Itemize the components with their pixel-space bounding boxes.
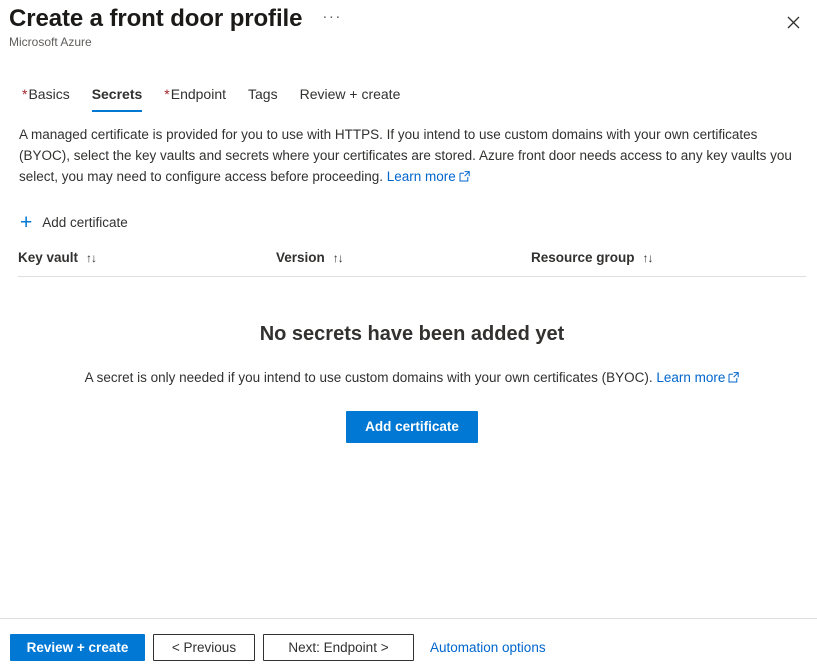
tab-secrets[interactable]: Secrets (84, 84, 151, 112)
page-subtitle: Microsoft Azure (9, 35, 92, 49)
tab-basics[interactable]: *Basics (14, 84, 78, 112)
empty-state-title: No secrets have been added yet (259, 323, 565, 345)
empty-state: No secrets have been added yet A secret … (18, 320, 806, 443)
add-certificate-command[interactable]: + Add certificate (18, 211, 134, 235)
page-title: Create a front door profile (9, 5, 303, 32)
learn-more-label: Learn more (386, 169, 456, 184)
tab-tags-label: Tags (248, 86, 278, 102)
secrets-table: Key vault ↑↓ Version ↑↓ Resource group ↑… (18, 248, 806, 277)
sort-icon: ↑↓ (86, 251, 97, 265)
close-button[interactable] (777, 6, 809, 38)
column-header-resource-group[interactable]: Resource group ↑↓ (531, 248, 791, 268)
required-asterisk: * (164, 86, 170, 102)
external-link-icon (728, 369, 740, 389)
blade-header: Create a front door profile ··· Microsof… (0, 0, 817, 62)
column-header-version-label: Version (276, 250, 325, 265)
sort-icon: ↑↓ (642, 251, 654, 265)
tab-secrets-label: Secrets (91, 86, 143, 102)
column-header-key-vault[interactable]: Key vault ↑↓ (18, 248, 276, 268)
description-learn-more-link[interactable]: Learn more (387, 169, 470, 184)
close-icon (787, 16, 800, 29)
column-header-key-vault-label: Key vault (18, 250, 79, 265)
command-bar: + Add certificate (18, 211, 134, 235)
review-create-button[interactable]: Review + create (10, 634, 145, 661)
learn-more-label: Learn more (656, 370, 726, 385)
add-certificate-button[interactable]: Add certificate (346, 411, 478, 443)
next-endpoint-button[interactable]: Next: Endpoint > (263, 634, 414, 661)
column-header-version[interactable]: Version ↑↓ (276, 248, 531, 268)
empty-state-message-text: A secret is only needed if you intend to… (84, 370, 653, 385)
external-link-icon (459, 167, 470, 188)
required-asterisk: * (22, 86, 28, 102)
footer-divider (0, 618, 817, 619)
empty-state-message: A secret is only needed if you intend to… (18, 368, 806, 389)
description-text: A managed certificate is provided for yo… (19, 124, 809, 188)
empty-state-learn-more-link[interactable]: Learn more (656, 370, 740, 385)
tab-bar: *Basics Secrets *Endpoint Tags Review + … (14, 84, 817, 114)
automation-options-link[interactable]: Automation options (430, 639, 546, 657)
add-certificate-command-label: Add certificate (42, 215, 128, 230)
tab-review-create-label: Review + create (299, 86, 401, 102)
ellipsis-icon[interactable]: ··· (318, 6, 346, 33)
tab-endpoint[interactable]: *Endpoint (156, 84, 234, 112)
title-row: Create a front door profile ··· (9, 4, 346, 34)
footer-bar: Review + create < Previous Next: Endpoin… (10, 634, 546, 661)
tab-endpoint-label: Endpoint (170, 86, 227, 102)
column-header-resource-group-label: Resource group (531, 250, 635, 265)
plus-icon: + (20, 211, 33, 234)
tab-review-create[interactable]: Review + create (292, 84, 409, 112)
table-header-row: Key vault ↑↓ Version ↑↓ Resource group ↑… (18, 248, 806, 277)
tab-basics-label: Basics (28, 86, 70, 102)
tab-tags[interactable]: Tags (240, 84, 286, 112)
previous-button[interactable]: < Previous (153, 634, 255, 661)
sort-icon: ↑↓ (332, 251, 344, 265)
